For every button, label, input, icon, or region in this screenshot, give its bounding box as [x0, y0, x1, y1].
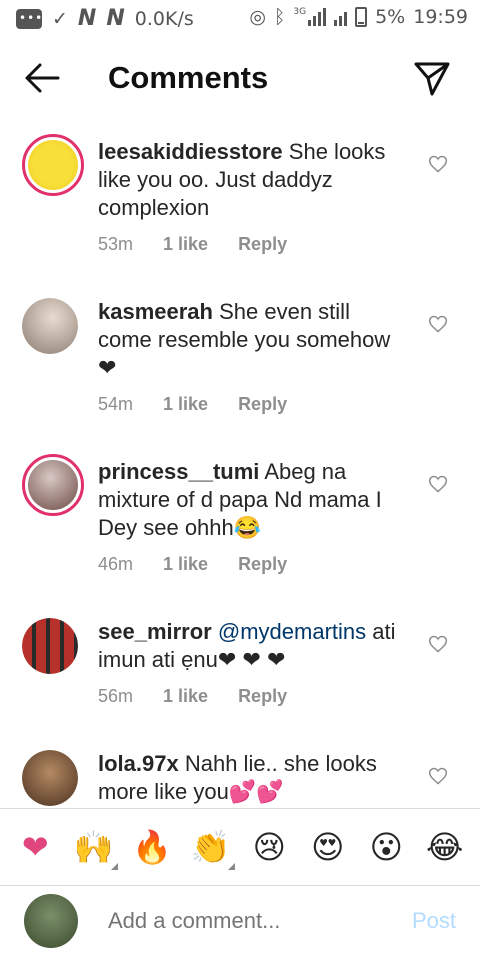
comment-likes[interactable]: 1 like: [163, 394, 208, 415]
paper-plane-icon[interactable]: [412, 58, 452, 98]
network-type: 3G: [293, 7, 307, 17]
surprised-emoji-button[interactable]: 😮: [360, 828, 412, 866]
post-button[interactable]: Post: [412, 908, 456, 934]
heart-outline-icon[interactable]: [428, 154, 448, 174]
avatar[interactable]: [22, 134, 84, 196]
heart-emoji-button[interactable]: ❤: [9, 828, 61, 866]
comment-likes[interactable]: 1 like: [163, 554, 208, 575]
comment-time: 54m: [98, 394, 134, 414]
store-logo-icon: [28, 140, 78, 190]
battery-level: 5%: [375, 6, 406, 28]
comment-meta: 46m 1 like Reply: [98, 554, 287, 575]
battery-icon: [355, 7, 368, 27]
reply-button[interactable]: Reply: [238, 394, 287, 415]
clapping-emoji-button[interactable]: 👏: [185, 828, 237, 870]
header: Comments: [0, 38, 480, 120]
emoji-quick-bar: ❤ 🙌 🔥 👏 😢 😍 😮 😂: [0, 808, 480, 886]
add-comment-bar: Post: [0, 886, 480, 960]
arrow-left-icon[interactable]: [22, 58, 62, 98]
download-check-icon: ✓: [52, 7, 68, 30]
comment-item: lola.97x Nahh lie.. she looks more like …: [0, 732, 480, 808]
skin-tone-indicator-icon: [227, 863, 235, 870]
comment-item: leesakiddiesstore She looks like you oo.…: [0, 120, 480, 280]
comment-text: kasmeerah She even still come resemble y…: [98, 298, 408, 382]
fire-emoji-button[interactable]: 🔥: [126, 828, 178, 866]
network-speed: 0.0K/s: [134, 7, 194, 30]
heart-outline-icon[interactable]: [428, 766, 448, 786]
comment-username[interactable]: see_mirror: [98, 619, 212, 644]
comment-mention[interactable]: @mydemartins: [218, 619, 366, 644]
comment-text: lola.97x Nahh lie.. she looks more like …: [98, 750, 408, 806]
current-user-avatar: [24, 894, 78, 948]
comment-item: see_mirror @mydemartins ati imun ati ẹnu…: [0, 600, 480, 732]
comment-time: 53m: [98, 234, 134, 254]
signal-icon-2: [334, 8, 348, 26]
comment-username[interactable]: leesakiddiesstore: [98, 139, 283, 164]
n-icon: N: [77, 6, 97, 31]
heart-eyes-emoji-button[interactable]: 😍: [302, 828, 354, 866]
comment-username[interactable]: kasmeerah: [98, 299, 213, 324]
comment-likes[interactable]: 1 like: [163, 234, 208, 255]
reply-button[interactable]: Reply: [238, 554, 287, 575]
heart-outline-icon[interactable]: [428, 634, 448, 654]
status-bar: ✓ N N 0.0K/s ◎ ᛒ 3G 5% 19:59: [0, 0, 480, 38]
page-title: Comments: [108, 60, 269, 95]
avatar[interactable]: [22, 454, 84, 516]
message-icon: [16, 8, 43, 29]
heart-outline-icon[interactable]: [428, 314, 448, 334]
signal-icon: 3G: [293, 7, 327, 26]
comment-text: princess__tumi Abeg na mixture of d papa…: [98, 458, 408, 542]
avatar[interactable]: [22, 750, 78, 806]
comment-time: 46m: [98, 554, 134, 574]
avatar[interactable]: [22, 618, 78, 674]
comment-text: leesakiddiesstore She looks like you oo.…: [98, 138, 408, 222]
comment-username[interactable]: lola.97x: [98, 751, 179, 776]
comments-list[interactable]: leesakiddiesstore She looks like you oo.…: [0, 120, 480, 808]
comment-text: see_mirror @mydemartins ati imun ati ẹnu…: [98, 618, 408, 674]
clapping-emoji: 👏: [190, 828, 231, 866]
sad-emoji-button[interactable]: 😢: [243, 828, 295, 866]
skin-tone-indicator-icon: [110, 863, 118, 870]
raised-hands-emoji: 🙌: [73, 828, 114, 866]
laughing-emoji-button[interactable]: 😂: [419, 828, 471, 866]
heart-outline-icon[interactable]: [428, 474, 448, 494]
avatar[interactable]: [22, 298, 78, 354]
comment-meta: 53m 1 like Reply: [98, 234, 287, 255]
bluetooth-icon: ᛒ: [273, 6, 286, 28]
comment-time: 56m: [98, 686, 134, 706]
comment-likes[interactable]: 1 like: [163, 686, 208, 707]
reply-button[interactable]: Reply: [238, 234, 287, 255]
reply-button[interactable]: Reply: [238, 686, 287, 707]
comment-item: princess__tumi Abeg na mixture of d papa…: [0, 440, 480, 600]
comment-meta: 56m 1 like Reply: [98, 686, 287, 707]
n-icon-2: N: [106, 6, 125, 31]
clock: 19:59: [413, 6, 468, 28]
hotspot-icon: ◎: [249, 6, 266, 28]
comment-item: kasmeerah She even still come resemble y…: [0, 280, 480, 440]
comment-meta: 54m 1 like Reply: [98, 394, 287, 415]
raised-hands-emoji-button[interactable]: 🙌: [68, 828, 120, 870]
comment-input[interactable]: [108, 908, 378, 934]
comment-username[interactable]: princess__tumi: [98, 459, 259, 484]
